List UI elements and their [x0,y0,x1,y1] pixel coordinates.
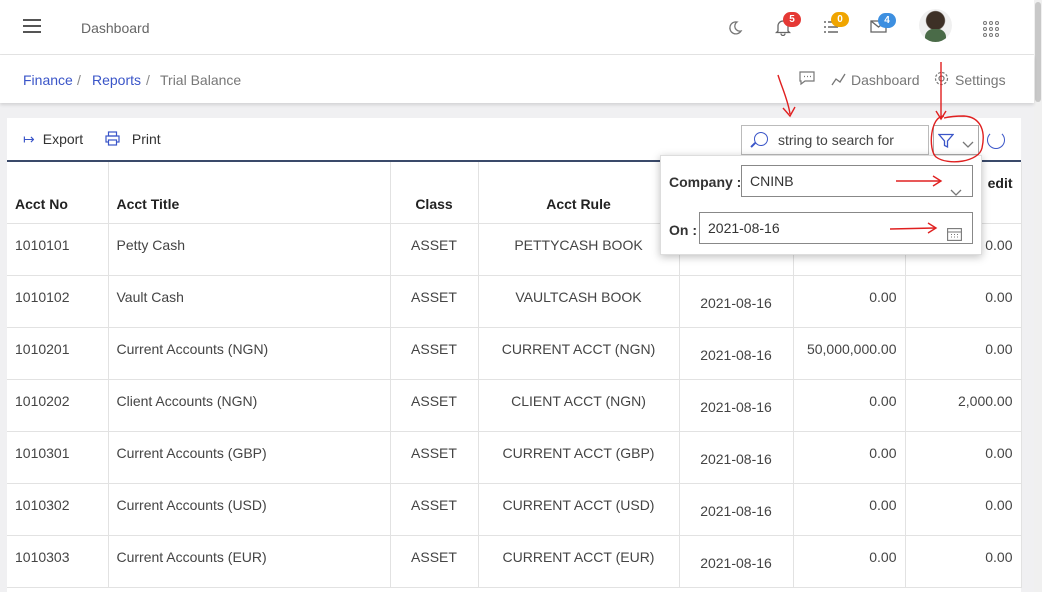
breadcrumb-finance[interactable]: Finance [23,72,73,88]
settings-link[interactable]: Settings [955,72,1006,88]
company-label: Company : [669,174,742,190]
acct-rule-cell: PETTYCASH BOOK [478,223,680,276]
chat-icon[interactable] [799,71,815,91]
credit-cell: 0.00 [905,483,1022,536]
debit-cell: 0.00 [793,483,906,536]
acct-no-link[interactable]: 1010202 [7,379,109,432]
filter-funnel-icon [937,133,955,154]
class-cell: ASSET [390,327,479,380]
breadcrumb-separator: / [77,72,81,88]
tasks-list-icon[interactable]: 0 [823,12,849,41]
date-link[interactable]: 2021-08-16 [679,483,794,536]
class-cell: ASSET [390,223,479,276]
chevron-down-icon [962,136,974,154]
on-date-label: On : [669,222,697,238]
tasks-badge: 0 [831,12,849,27]
notifications-badge: 5 [783,12,801,27]
filter-dropdown-button[interactable] [933,125,979,155]
credit-cell: 0.00 [905,535,1022,588]
acct-no-link[interactable]: 1010201 [7,327,109,380]
settings-gear-icon [934,71,949,91]
breadcrumb-trial-balance: Trial Balance [160,72,242,88]
export-arrow-icon: ↦ [23,131,35,147]
acct-no-link[interactable]: 1010101 [7,223,109,276]
credit-cell: 2,000.00 [905,379,1022,432]
chevron-down-icon [950,177,962,207]
print-button[interactable]: Print [105,131,161,147]
credit-cell: 0.00 [905,431,1022,484]
acct-rule-cell: CURRENT ACCT (NGN) [478,327,680,380]
apps-grid-icon[interactable] [983,21,999,37]
date-link[interactable]: 2021-08-16 [679,379,794,432]
class-cell: ASSET [390,275,479,328]
printer-icon [105,131,124,147]
acct-title-cell: Client Accounts (NGN) [108,379,391,432]
credit-cell: 0.00 [905,275,1022,328]
dashboard-link[interactable]: Dashboard [851,72,920,88]
debit-cell: 0.00 [793,535,906,588]
menu-icon[interactable] [23,19,41,33]
dashboard-chart-icon [831,72,846,91]
col-acct-no[interactable]: Acct No [7,162,109,224]
company-select[interactable]: CNINB [741,165,973,197]
acct-title-cell: Current Accounts (GBP) [108,431,391,484]
acct-rule-cell: CURRENT ACCT (USD) [478,483,680,536]
user-avatar[interactable] [919,9,952,42]
breadcrumb-separator: / [146,72,150,88]
class-cell: ASSET [390,535,479,588]
col-class[interactable]: Class [390,162,479,224]
acct-title-cell: Vault Cash [108,275,391,328]
acct-rule-cell: VAULTCASH BOOK [478,275,680,328]
acct-title-cell: Current Accounts (EUR) [108,535,391,588]
debit-cell: 0.00 [793,275,906,328]
debit-cell: 0.00 [793,379,906,432]
acct-no-link[interactable]: 1010102 [7,275,109,328]
messages-badge: 4 [878,13,896,28]
search-input[interactable]: string to search for [741,125,929,155]
page-title: Dashboard [81,20,150,36]
table-row[interactable]: 1010302 Current Accounts (USD) ASSET CUR… [7,483,1022,536]
acct-title-cell: Current Accounts (NGN) [108,327,391,380]
acct-rule-cell: CURRENT ACCT (GBP) [478,431,680,484]
on-date-input[interactable]: 2021-08-16 [699,212,973,244]
class-cell: ASSET [390,431,479,484]
col-acct-title[interactable]: Acct Title [108,162,391,224]
table-row[interactable]: 1010202 Client Accounts (NGN) ASSET CLIE… [7,379,1022,432]
search-icon [754,132,768,146]
credit-cell: 0.00 [905,327,1022,380]
table-row[interactable]: 1010201 Current Accounts (NGN) ASSET CUR… [7,327,1022,380]
scrollbar-thumb[interactable] [1035,2,1041,102]
col-acct-rule[interactable]: Acct Rule [478,162,680,224]
class-cell: ASSET [390,379,479,432]
breadcrumb-bar: Finance / Reports / Trial Balance Dashbo… [0,55,1034,103]
breadcrumb-reports[interactable]: Reports [92,72,141,88]
acct-title-cell: Petty Cash [108,223,391,276]
acct-rule-cell: CURRENT ACCT (EUR) [478,535,680,588]
acct-rule-cell: CLIENT ACCT (NGN) [478,379,680,432]
calendar-icon[interactable] [947,221,962,251]
top-navbar: Dashboard 5 0 4 [0,0,1042,55]
acct-no-link[interactable]: 1010301 [7,431,109,484]
dark-mode-icon[interactable] [727,20,743,41]
refresh-icon[interactable] [987,131,1005,149]
date-link[interactable]: 2021-08-16 [679,327,794,380]
notifications-bell-icon[interactable]: 5 [774,12,801,41]
debit-cell: 0.00 [793,431,906,484]
table-row[interactable]: 1010303 Current Accounts (EUR) ASSET CUR… [7,535,1022,588]
date-link[interactable]: 2021-08-16 [679,275,794,328]
acct-title-cell: Current Accounts (USD) [108,483,391,536]
debit-cell: 50,000,000.00 [793,327,906,380]
table-row[interactable]: 1010301 Current Accounts (GBP) ASSET CUR… [7,431,1022,484]
export-button[interactable]: ↦ Export [23,131,83,148]
filter-popup: Company : CNINB On : 2021-08-16 [660,155,982,255]
acct-no-link[interactable]: 1010303 [7,535,109,588]
messages-envelope-icon[interactable]: 4 [870,13,896,39]
date-link[interactable]: 2021-08-16 [679,431,794,484]
acct-no-link[interactable]: 1010302 [7,483,109,536]
date-link[interactable]: 2021-08-16 [679,535,794,588]
table-row[interactable]: 1010102 Vault Cash ASSET VAULTCASH BOOK … [7,275,1022,328]
class-cell: ASSET [390,483,479,536]
